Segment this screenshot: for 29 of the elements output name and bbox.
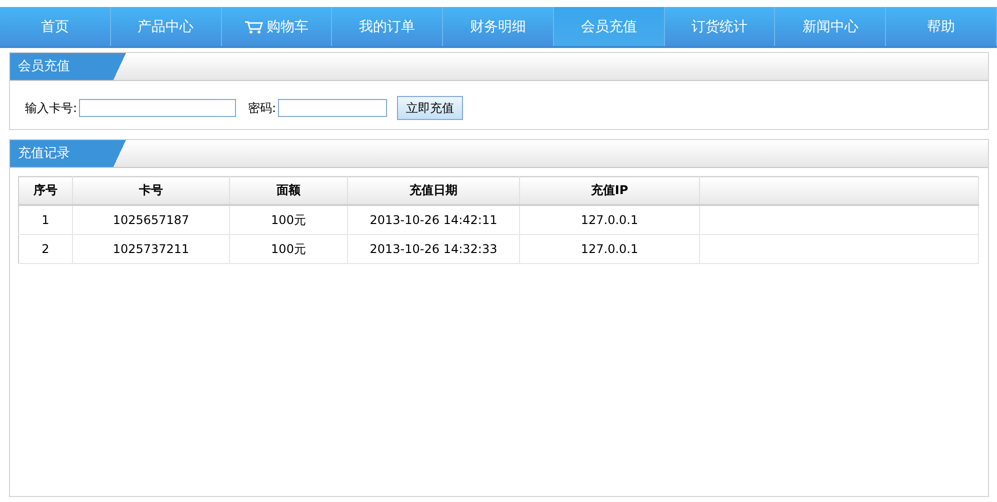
table-cell: 100元	[230, 205, 348, 234]
column-header: 面额	[230, 176, 348, 205]
password-input[interactable]	[278, 99, 388, 117]
recharge-button[interactable]: 立即充值	[397, 96, 464, 120]
table-cell: 2013-10-26 14:42:11	[348, 205, 520, 234]
card-label: 输入卡号:	[25, 100, 78, 116]
table-cell: 127.0.0.1	[520, 205, 700, 234]
nav-item[interactable]: 购物车	[222, 7, 332, 46]
table-cell: 1025657187	[72, 205, 230, 234]
nav-item[interactable]: 订货统计	[664, 7, 776, 46]
table-cell: 2	[18, 234, 72, 264]
table-cell: 100元	[230, 234, 348, 264]
table-cell: 1	[18, 205, 72, 234]
nav-item[interactable]: 产品中心	[110, 7, 222, 46]
nav-item[interactable]: 新闻中心	[775, 7, 886, 46]
table-cell: 2013-10-26 14:32:33	[348, 234, 520, 264]
nav-item[interactable]: 首页	[0, 7, 111, 46]
column-header: 充值日期	[348, 176, 520, 205]
nav-item[interactable]: 会员充值	[554, 7, 665, 46]
nav-item[interactable]: 我的订单	[332, 7, 444, 46]
table-cell: 1025737211	[72, 234, 230, 264]
column-header: 卡号	[72, 176, 230, 205]
column-header: 充值IP	[520, 176, 700, 205]
column-header: 序号	[18, 176, 72, 205]
password-label: 密码:	[248, 100, 276, 116]
card-input[interactable]	[79, 99, 236, 117]
table-cell: 127.0.0.1	[520, 234, 700, 264]
cart-icon	[244, 20, 264, 34]
nav-item[interactable]: 帮助	[886, 7, 997, 46]
